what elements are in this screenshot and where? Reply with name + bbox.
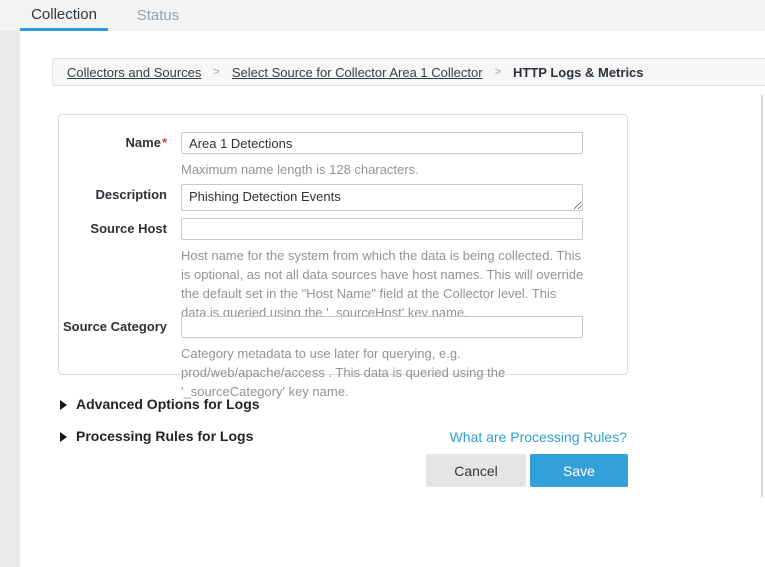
- save-button[interactable]: Save: [530, 454, 628, 487]
- name-helper-text: Maximum name length is 128 characters.: [181, 160, 585, 179]
- source-host-helper-text: Host name for the system from which the …: [181, 246, 585, 322]
- cancel-button[interactable]: Cancel: [426, 454, 526, 487]
- description-textarea[interactable]: Phishing Detection Events: [181, 184, 583, 211]
- processing-rules-section-toggle[interactable]: Processing Rules for Logs: [60, 429, 253, 444]
- required-asterisk: *: [162, 135, 167, 150]
- collapsed-triangle-icon: [60, 400, 67, 410]
- collapsed-triangle-icon: [60, 432, 67, 442]
- breadcrumb-separator: >: [495, 66, 501, 78]
- source-config-screen: Collection Status Collectors and Sources…: [0, 0, 765, 567]
- what-are-processing-rules-link[interactable]: What are Processing Rules?: [450, 429, 627, 445]
- processing-rules-label: Processing Rules for Logs: [76, 429, 253, 444]
- form-action-buttons: Cancel Save: [426, 454, 628, 487]
- source-category-input[interactable]: [181, 316, 583, 338]
- source-form-panel: Name* Maximum name length is 128 charact…: [58, 114, 628, 375]
- source-host-input[interactable]: [181, 218, 583, 240]
- name-input[interactable]: [181, 132, 583, 154]
- breadcrumb-current-page: HTTP Logs & Metrics: [513, 65, 644, 80]
- tab-bar: Collection Status: [0, 0, 765, 31]
- breadcrumb: Collectors and Sources > Select Source f…: [52, 58, 765, 86]
- source-category-helper-text: Category metadata to use later for query…: [181, 344, 585, 401]
- tab-status[interactable]: Status: [116, 0, 200, 31]
- description-label: Description: [59, 184, 167, 206]
- source-host-label: Source Host: [59, 218, 167, 240]
- advanced-options-section-toggle[interactable]: Advanced Options for Logs: [60, 397, 260, 412]
- tab-collection[interactable]: Collection: [20, 0, 108, 31]
- vertical-scrollbar[interactable]: [761, 95, 763, 497]
- breadcrumb-collectors-and-sources[interactable]: Collectors and Sources: [67, 65, 201, 80]
- content-area: Collectors and Sources > Select Source f…: [20, 31, 765, 567]
- left-gutter: [0, 31, 20, 567]
- breadcrumb-separator: >: [213, 66, 219, 78]
- tab-status-label: Status: [137, 7, 180, 24]
- advanced-options-label: Advanced Options for Logs: [76, 397, 260, 412]
- name-label: Name*: [59, 132, 167, 154]
- tab-collection-label: Collection: [31, 6, 97, 23]
- breadcrumb-select-source[interactable]: Select Source for Collector Area 1 Colle…: [232, 65, 483, 80]
- source-category-label: Source Category: [59, 316, 167, 338]
